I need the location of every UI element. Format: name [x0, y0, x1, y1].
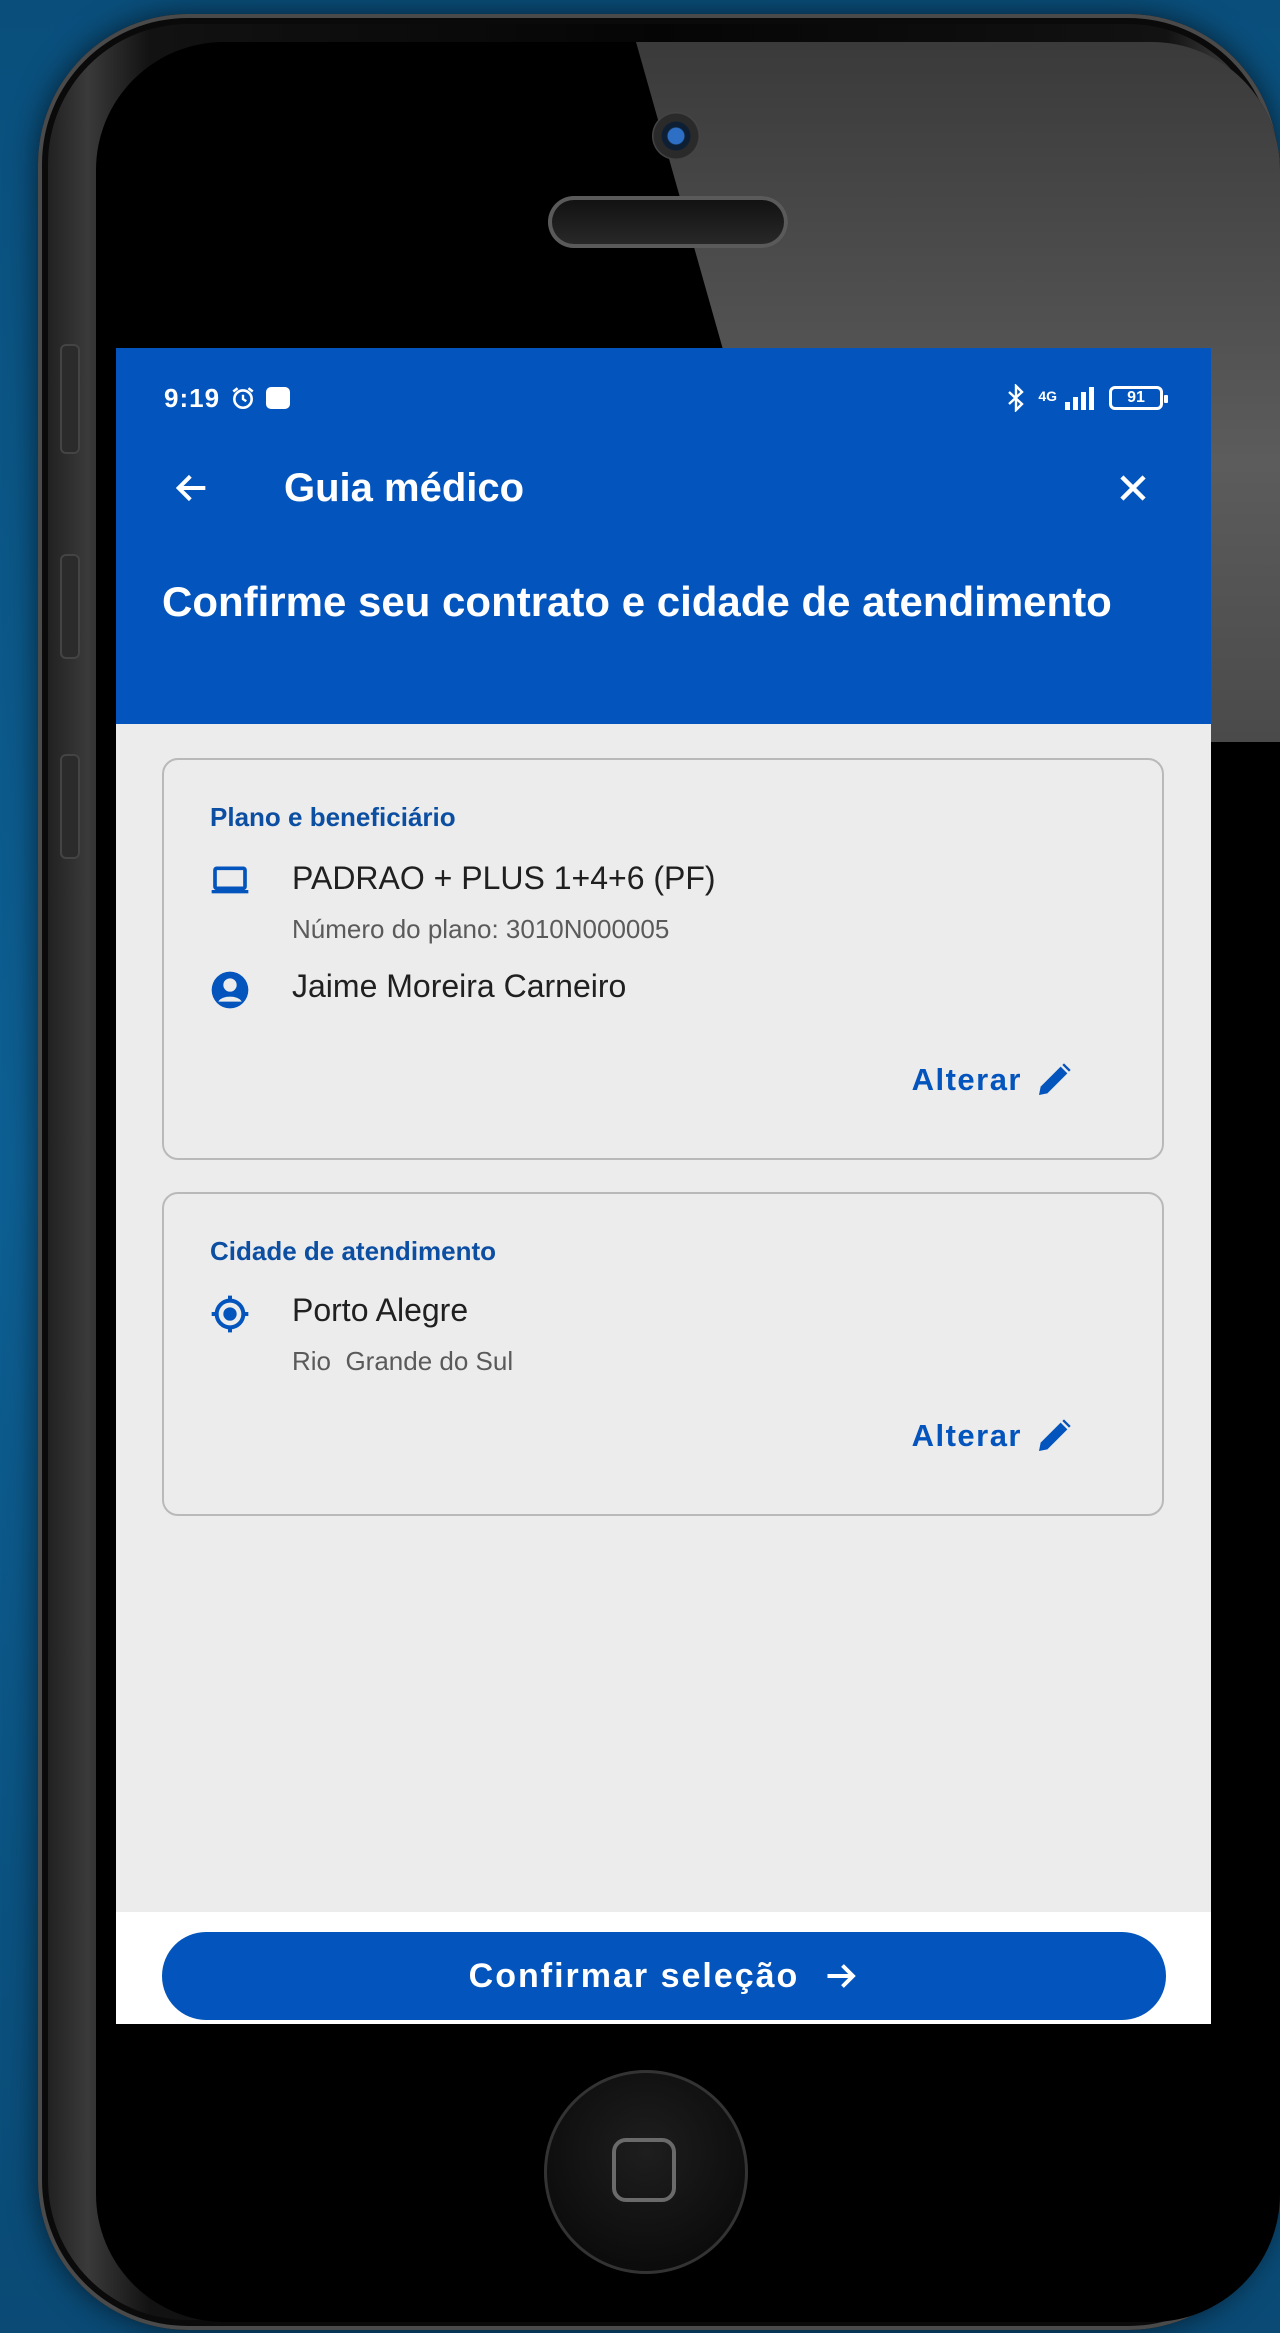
- bluetooth-icon: [1008, 384, 1025, 412]
- city-name: Porto Alegre: [292, 1292, 469, 1328]
- plan-name: PADRAO + PLUS 1+4+6 (PF): [292, 860, 716, 896]
- home-button[interactable]: [544, 2070, 748, 2274]
- header: 9:19 4G 91 Guia médico Confirme seu cont…: [116, 348, 1211, 724]
- arrow-right-icon: [827, 1964, 857, 1988]
- change-city-button[interactable]: Alterar: [912, 1416, 1074, 1456]
- home-square-icon: [612, 2138, 676, 2202]
- earpiece-speaker: [548, 196, 788, 248]
- person-icon: [210, 970, 250, 1010]
- close-button[interactable]: [1103, 458, 1163, 518]
- phone-volume-up-button: [60, 554, 80, 659]
- location-target-icon: [210, 1294, 250, 1334]
- status-bar: 9:19 4G 91: [164, 378, 1168, 418]
- alarm-icon: [232, 387, 254, 410]
- confirm-selection-button[interactable]: Confirmar seleção: [162, 1932, 1166, 2020]
- pencil-icon: [1039, 1063, 1071, 1095]
- phone-side-button: [60, 344, 80, 454]
- beneficiary-name: Jaime Moreira Carneiro: [292, 968, 627, 1004]
- laptop-icon: [210, 860, 250, 900]
- front-camera: [652, 112, 700, 160]
- battery-indicator: 91: [1109, 386, 1168, 410]
- city-card-label: Cidade de atendimento: [210, 1236, 497, 1266]
- signal-icon: [1065, 387, 1094, 410]
- state-name: Rio Grande do Sul: [292, 1346, 514, 1376]
- phone-volume-down-button: [60, 754, 80, 859]
- app-bar-title: Guia médico: [284, 465, 525, 510]
- app-bar: Guia médico: [116, 448, 1211, 528]
- back-button[interactable]: [160, 456, 224, 520]
- change-plan-label: Alterar: [911, 1062, 1022, 1097]
- plan-number: Número do plano: 3010N000005: [292, 914, 670, 944]
- page-heading: Confirme seu contrato e cidade de atendi…: [162, 578, 1112, 625]
- network-type: 4G: [1038, 388, 1057, 404]
- change-plan-button[interactable]: Alterar: [912, 1060, 1074, 1100]
- close-icon: [1120, 475, 1146, 501]
- arrow-left-icon: [175, 474, 206, 502]
- confirm-selection-label: Confirmar seleção: [468, 1956, 800, 1995]
- app-screen: 9:19 4G 91 Guia médico Confirme seu cont…: [116, 348, 1211, 2024]
- pencil-icon: [1039, 1419, 1071, 1451]
- footer: Confirmar seleção: [116, 1912, 1211, 2024]
- plan-card-label: Plano e beneficiário: [210, 802, 456, 832]
- city-card: Cidade de atendimento Porto Alegre Rio G…: [162, 1192, 1164, 1516]
- plan-card: Plano e beneficiário PADRAO + PLUS 1+4+6…: [162, 758, 1164, 1160]
- status-time: 9:19: [164, 382, 221, 413]
- change-city-label: Alterar: [911, 1418, 1022, 1453]
- notification-icon: [266, 387, 291, 409]
